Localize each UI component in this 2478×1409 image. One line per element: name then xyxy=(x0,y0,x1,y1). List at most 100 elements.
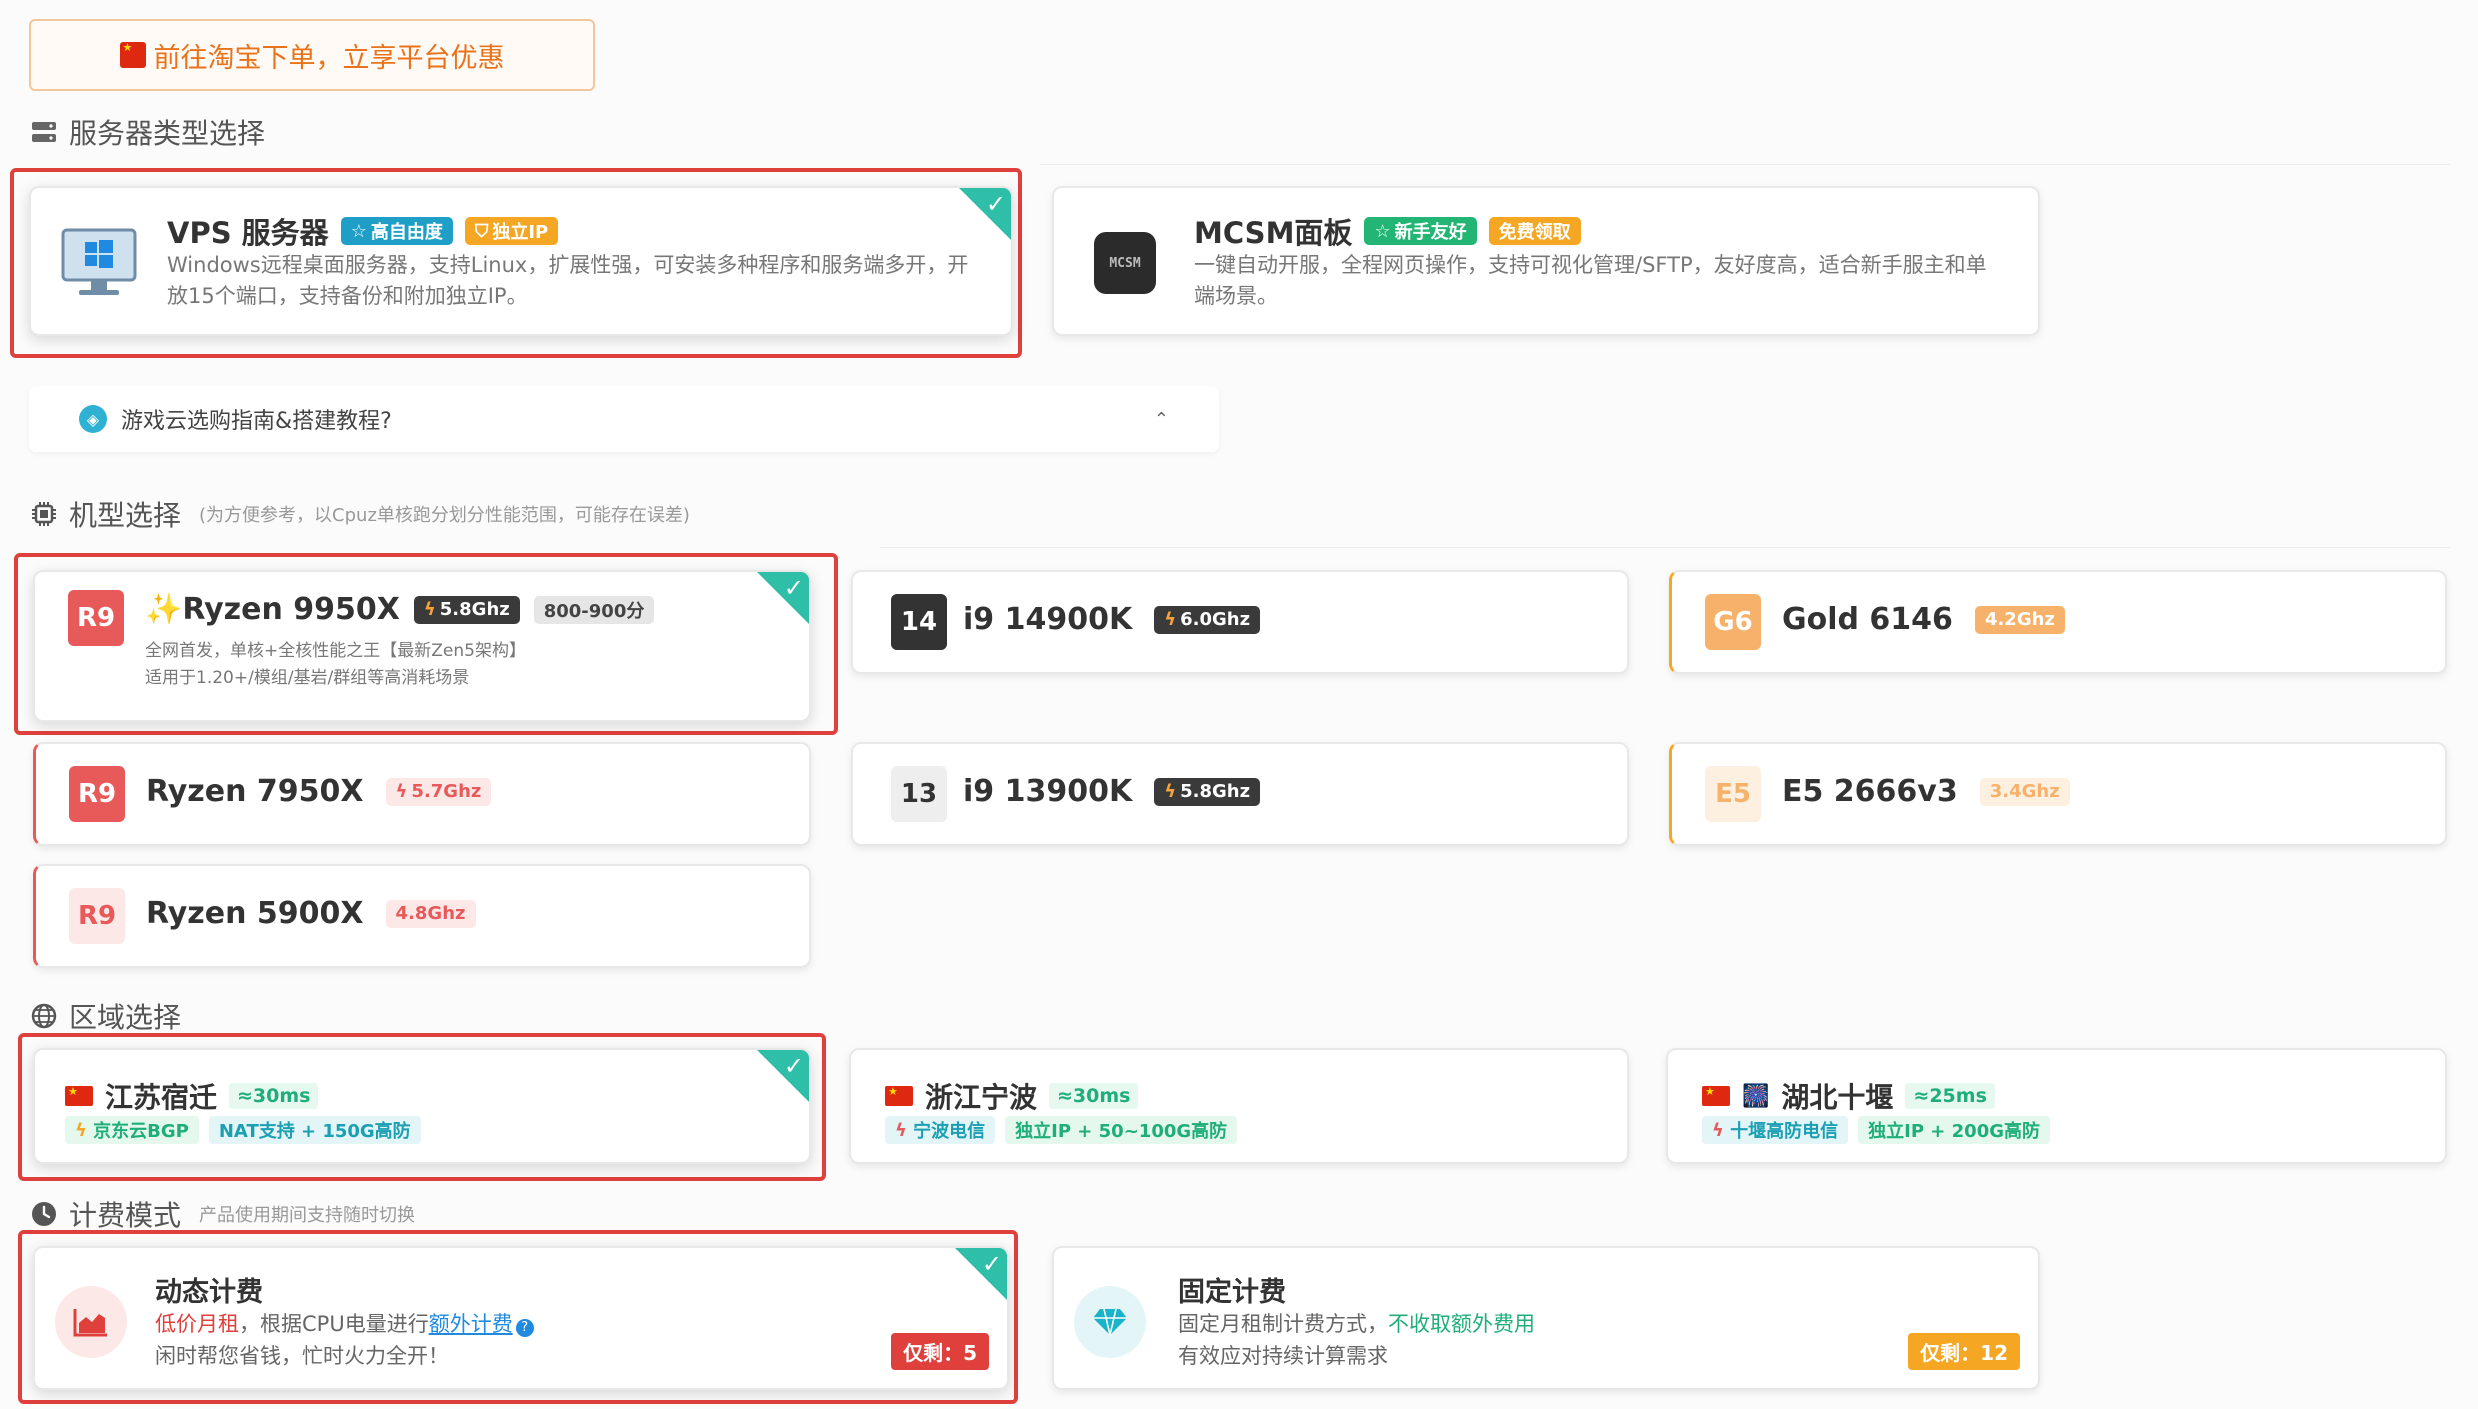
cpu-tag: G6 xyxy=(1705,594,1761,650)
cpu-tag: 14 xyxy=(891,594,947,650)
cpu-name: Ryzen 7950X xyxy=(146,774,364,809)
vps-badge-freedom: ☆ 高自由度 xyxy=(340,217,453,245)
region-feature-chip: NAT支持 + 150G高防 xyxy=(208,1116,421,1144)
region-feature-chip: 独立IP + 200G高防 xyxy=(1858,1116,2051,1144)
cpu-card-ryzen-7950x[interactable]: R9 Ryzen 7950X ϟ 5.7Ghz xyxy=(33,742,811,846)
stock-badge: 仅剩：5 xyxy=(891,1333,989,1370)
cpu-card-i9-14900k[interactable]: 14 i9 14900K ϟ 6.0Ghz xyxy=(851,570,1629,674)
windows-monitor-icon xyxy=(61,228,137,302)
region-name: 湖北十堰 xyxy=(1781,1081,1894,1114)
section-divider xyxy=(880,547,2450,548)
region-card-hubei[interactable]: 🎆 湖北十堰 ≈25ms ϟ 十堰高防电信 独立IP + 200G高防 xyxy=(1666,1048,2447,1164)
region-latency: ≈25ms xyxy=(1905,1083,1995,1109)
cpu-name: Gold 6146 xyxy=(1782,602,1953,637)
cpu-name: E5 2666v3 xyxy=(1782,774,1958,809)
cpu-name: ✨Ryzen 9950X xyxy=(145,592,400,627)
region-line-chip: ϟ 京东云BGP xyxy=(65,1116,199,1144)
check-icon: ✓ xyxy=(757,572,809,624)
mcsm-badge-free: 免费领取 xyxy=(1488,217,1581,245)
server-type-heading: 服务器类型选择 xyxy=(29,112,265,152)
region-line-chip: ϟ 十堰高防电信 xyxy=(1702,1116,1849,1144)
guide-accordion[interactable]: ◈ 游戏云选购指南&搭建教程? ⌃ xyxy=(29,386,1219,452)
cpu-name: i9 14900K xyxy=(963,602,1133,637)
cpu-ghz-badge: ϟ 5.8Ghz xyxy=(413,595,520,624)
billing-fixed-line2: 有效应对持续计算需求 xyxy=(1178,1344,1388,1368)
clock-icon xyxy=(29,1199,59,1229)
cpu-desc-line2: 适用于1.20+/模组/基岩/群组等高消耗场景 xyxy=(145,668,470,688)
cpu-heading: 机型选择 (为方便参考，以Cpuz单核跑分划分性能范围，可能存在误差) xyxy=(29,494,690,534)
billing-card-dynamic[interactable]: 动态计费 低价月租，根据CPU电量进行额外计费? 闲时帮您省钱，忙时火力全开！ … xyxy=(33,1246,1009,1390)
cpu-tag: R9 xyxy=(69,766,125,822)
section-divider xyxy=(1040,164,2450,165)
region-card-jiangsu[interactable]: 江苏宿迁 ≈30ms ϟ 京东云BGP NAT支持 + 150G高防 ✓ xyxy=(33,1048,811,1164)
china-flag-icon xyxy=(1702,1086,1730,1106)
cpu-ghz-badge: ϟ 5.8Ghz xyxy=(1154,777,1261,806)
cpu-card-e5-2666v3[interactable]: E5 E5 2666v3 3.4Ghz xyxy=(1669,742,2447,846)
region-heading: 区域选择 xyxy=(29,996,181,1036)
extra-billing-link[interactable]: 额外计费 xyxy=(429,1312,513,1336)
cpu-score-badge: 800-900分 xyxy=(533,595,655,624)
cpu-tag: R9 xyxy=(69,888,125,944)
vps-server-card[interactable]: VPS 服务器 ☆ 高自由度 ⛉ 独立IP Windows远程桌面服务器，支持L… xyxy=(29,186,1013,336)
billing-card-fixed[interactable]: 固定计费 固定月租制计费方式，不收取额外费用 有效应对持续计算需求 仅剩：12 xyxy=(1052,1246,2040,1390)
cpu-card-ryzen-9950x[interactable]: R9 ✨Ryzen 9950X ϟ 5.8Ghz 800-900分 全网首发，单核… xyxy=(33,570,811,722)
cpu-card-i9-13900k[interactable]: 13 i9 13900K ϟ 5.8Ghz xyxy=(851,742,1629,846)
guide-label: 游戏云选购指南&搭建教程? xyxy=(121,409,392,434)
mcsm-logo-icon: MCSM xyxy=(1094,232,1156,294)
region-name: 浙江宁波 xyxy=(925,1081,1038,1114)
billing-dynamic-title: 动态计费 xyxy=(155,1277,263,1308)
check-icon: ✓ xyxy=(959,188,1011,240)
mcsm-desc-line1: 一键自动开服，全程网页操作，支持可视化管理/SFTP，友好度高，适合新手服主和单 xyxy=(1194,253,1987,277)
check-icon: ✓ xyxy=(757,1050,809,1102)
cpu-ghz-badge: ϟ 6.0Ghz xyxy=(1154,605,1261,634)
cpu-desc-line1: 全网首发，单核+全核性能之王【最新Zen5架构】 xyxy=(145,641,526,661)
billing-fixed-title: 固定计费 xyxy=(1178,1277,1286,1308)
check-icon: ✓ xyxy=(955,1248,1007,1300)
region-name: 江苏宿迁 xyxy=(105,1081,218,1114)
area-chart-icon xyxy=(55,1286,127,1358)
help-icon[interactable]: ? xyxy=(515,1318,534,1337)
billing-heading: 计费模式 产品使用期间支持随时切换 xyxy=(29,1194,415,1234)
cpu-ghz-badge: ϟ 5.7Ghz xyxy=(385,777,492,806)
vps-desc-line2: 放15个端口，支持备份和附加独立IP。 xyxy=(167,284,528,308)
cpu-ghz-badge: 4.8Ghz xyxy=(385,899,476,928)
cpu-ghz-badge: 4.2Ghz xyxy=(1974,605,2065,634)
globe-icon xyxy=(29,1001,59,1031)
fireworks-icon: 🎆 xyxy=(1742,1083,1770,1109)
sparkle-icon: ✨ xyxy=(145,592,183,627)
region-card-zhejiang[interactable]: 浙江宁波 ≈30ms ϟ 宁波电信 独立IP + 50~100G高防 xyxy=(849,1048,1629,1164)
taobao-order-button[interactable]: 前往淘宝下单，立享平台优惠 xyxy=(29,19,595,91)
region-latency: ≈30ms xyxy=(229,1083,319,1109)
diamond-icon xyxy=(1074,1286,1146,1358)
vps-desc-line1: Windows远程桌面服务器，支持Linux，扩展性强，可安装多种程序和服务端多… xyxy=(167,253,969,277)
mcsm-title: MCSM面板 xyxy=(1194,216,1353,250)
mcsm-desc-line2: 端场景。 xyxy=(1194,284,1278,308)
vps-badge-ip: ⛉ 独立IP xyxy=(464,217,559,245)
cpu-tag: 13 xyxy=(891,766,947,822)
server-icon xyxy=(29,117,59,147)
region-feature-chip: 独立IP + 50~100G高防 xyxy=(1005,1116,1238,1144)
cpu-ghz-badge: 3.4Ghz xyxy=(1979,777,2070,806)
billing-fixed-line1: 固定月租制计费方式，不收取额外费用 xyxy=(1178,1312,1535,1336)
cpu-name: i9 13900K xyxy=(963,774,1133,809)
compass-icon: ◈ xyxy=(79,405,107,433)
china-flag-icon xyxy=(885,1086,913,1106)
vps-title: VPS 服务器 xyxy=(167,216,329,250)
mcsm-badge-friendly: ☆ 新手友好 xyxy=(1364,217,1477,245)
cpu-name: Ryzen 5900X xyxy=(146,896,364,931)
taobao-button-label: 前往淘宝下单，立享平台优惠 xyxy=(153,42,505,74)
chip-icon xyxy=(29,499,59,529)
cpu-tag: E5 xyxy=(1705,766,1761,822)
china-flag-icon xyxy=(65,1086,93,1106)
chevron-up-icon[interactable]: ⌃ xyxy=(1154,409,1169,430)
taobao-icon xyxy=(119,42,146,68)
billing-dynamic-line1: 低价月租，根据CPU电量进行额外计费? xyxy=(155,1308,534,1338)
region-latency: ≈30ms xyxy=(1049,1083,1139,1109)
region-line-chip: ϟ 宁波电信 xyxy=(885,1116,996,1144)
billing-dynamic-line2: 闲时帮您省钱，忙时火力全开！ xyxy=(155,1344,449,1368)
mcsm-panel-card[interactable]: MCSM MCSM面板 ☆ 新手友好 免费领取 一键自动开服，全程网页操作，支持… xyxy=(1052,186,2040,336)
cpu-tag: R9 xyxy=(68,590,124,646)
cpu-card-gold-6146[interactable]: G6 Gold 6146 4.2Ghz xyxy=(1669,570,2447,674)
cpu-card-ryzen-5900x[interactable]: R9 Ryzen 5900X 4.8Ghz xyxy=(33,864,811,968)
stock-badge: 仅剩：12 xyxy=(1908,1333,2020,1370)
